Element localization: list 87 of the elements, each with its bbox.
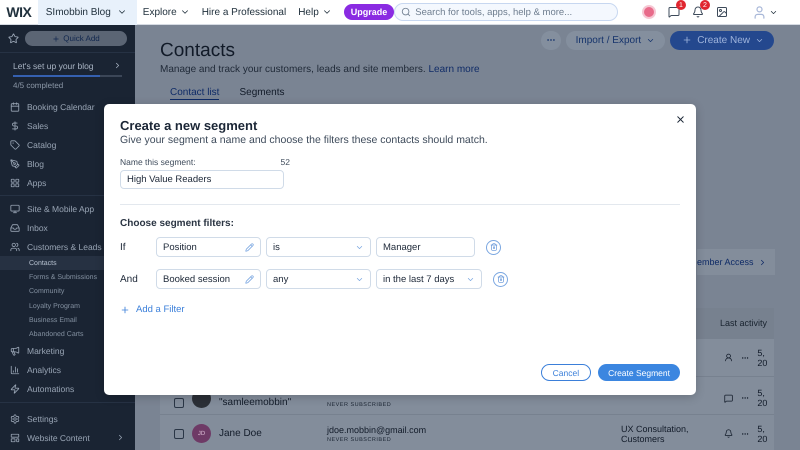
value-dropdown[interactable]: in the last 7 days bbox=[376, 269, 482, 289]
monitor-icon bbox=[10, 204, 20, 214]
pencil-icon bbox=[245, 274, 254, 284]
tag-icon bbox=[10, 140, 20, 150]
setup-title[interactable]: Let's set up your blog bbox=[13, 61, 94, 71]
plus-icon bbox=[682, 35, 692, 45]
sidebar-item[interactable]: Booking Calendar bbox=[0, 97, 135, 116]
sidebar-item[interactable]: Website Content bbox=[0, 428, 135, 447]
tab[interactable]: Contact list bbox=[170, 87, 220, 100]
search-field[interactable]: Search for tools, apps, help & more... bbox=[394, 3, 618, 21]
create-new-button[interactable]: Create New bbox=[670, 30, 774, 50]
row-checkbox[interactable] bbox=[174, 428, 184, 438]
contact-email: jdoe.mobbin@gmail.com bbox=[327, 424, 428, 434]
site-selector[interactable]: SImobbin Blog bbox=[38, 0, 137, 24]
apps-icon bbox=[10, 178, 20, 188]
settings-icon bbox=[10, 414, 20, 424]
menu-label: Explore bbox=[142, 6, 177, 18]
menu-item[interactable]: Help bbox=[292, 6, 338, 18]
page-subtitle: Manage and track your customers, leads and site members. Learn more bbox=[160, 64, 480, 75]
bell-icon[interactable] bbox=[692, 6, 704, 18]
add-filter-button[interactable]: Add a Filter bbox=[120, 304, 680, 315]
operator-dropdown[interactable]: any bbox=[266, 269, 371, 289]
page-title: Contacts bbox=[160, 40, 236, 62]
contact-name: Jane Doe bbox=[219, 428, 263, 439]
pen-icon bbox=[10, 158, 20, 168]
close-icon bbox=[675, 114, 686, 125]
filter-connector: And bbox=[120, 274, 139, 284]
sidebar-item[interactable]: Settings bbox=[0, 409, 135, 428]
field-label: Name this segment: bbox=[120, 157, 196, 167]
layout-icon bbox=[10, 432, 20, 442]
filter-field[interactable]: Booked session bbox=[156, 269, 261, 289]
upgrade-button[interactable]: Upgrade bbox=[344, 4, 394, 20]
dialog-subtitle: Give your segment a name and choose the filters these contacts should match. bbox=[120, 134, 489, 146]
trash-icon bbox=[490, 243, 498, 251]
dollar-icon bbox=[10, 120, 20, 130]
sidebar-item[interactable]: Analytics bbox=[0, 360, 135, 380]
segment-name-input[interactable]: High Value Readers bbox=[120, 170, 284, 189]
delete-button[interactable] bbox=[493, 272, 508, 286]
column-header: Last activity bbox=[720, 318, 767, 328]
pencil-icon bbox=[245, 242, 254, 252]
last-activity: 5, 20 bbox=[757, 388, 768, 408]
bell-icon bbox=[724, 428, 734, 439]
menu-label: Help bbox=[298, 6, 319, 18]
dialog-title: Create a new segment bbox=[120, 118, 258, 133]
person-icon bbox=[724, 352, 734, 363]
menu-item[interactable]: Explore bbox=[136, 6, 196, 18]
operator-dropdown[interactable]: is bbox=[266, 237, 371, 257]
plus-icon bbox=[52, 34, 60, 42]
people-icon bbox=[10, 242, 20, 252]
cancel-button[interactable]: Cancel bbox=[540, 364, 592, 381]
delete-button[interactable] bbox=[486, 240, 501, 254]
bolt-icon bbox=[10, 384, 20, 394]
chart-icon bbox=[10, 365, 20, 376]
last-activity: 5, 20 bbox=[757, 348, 768, 368]
create-segment-button[interactable]: Create Segment bbox=[598, 364, 680, 381]
wix-logo[interactable]: WIX bbox=[0, 4, 38, 20]
search-placeholder: Search for tools, apps, help & more... bbox=[415, 6, 572, 18]
sidebar-item[interactable]: Automations bbox=[0, 380, 135, 399]
megaphone-icon bbox=[10, 346, 20, 356]
chat-icon bbox=[724, 392, 734, 404]
chat-icon[interactable] bbox=[668, 6, 680, 18]
contact-name: "samleemobbin" bbox=[219, 397, 292, 408]
sidebar-item[interactable]: Site & Mobile App bbox=[0, 199, 135, 218]
import-export-button[interactable]: Import / Export bbox=[566, 30, 666, 50]
star-icon[interactable] bbox=[8, 33, 19, 44]
last-activity: 5, 20 bbox=[757, 424, 768, 444]
site-name: SImobbin Blog bbox=[46, 6, 111, 18]
progress-text: 4/5 completed bbox=[13, 81, 64, 90]
filter-field[interactable]: Position bbox=[156, 237, 261, 257]
filter-connector: If bbox=[120, 242, 127, 252]
character-count: 52 bbox=[280, 157, 290, 167]
image-icon[interactable] bbox=[716, 6, 728, 18]
search-icon bbox=[401, 7, 412, 17]
member-access-link[interactable]: ember Access bbox=[697, 249, 775, 275]
learn-more-link[interactable]: Learn more bbox=[428, 64, 480, 75]
plus-icon bbox=[120, 304, 130, 314]
value-input[interactable]: Manager bbox=[376, 237, 475, 257]
tab[interactable]: Segments bbox=[239, 87, 284, 100]
trash-icon bbox=[496, 275, 504, 283]
inbox-icon bbox=[10, 222, 20, 232]
calendar-icon bbox=[10, 102, 20, 112]
sidebar-item[interactable]: Marketing bbox=[0, 342, 135, 361]
section-title: Choose segment filters: bbox=[120, 218, 235, 229]
chevron-icon bbox=[113, 61, 122, 70]
row-checkbox[interactable] bbox=[174, 398, 184, 408]
contact-labels: UX Consultation, Customers bbox=[621, 424, 690, 444]
profile-circle-icon[interactable] bbox=[642, 5, 656, 19]
